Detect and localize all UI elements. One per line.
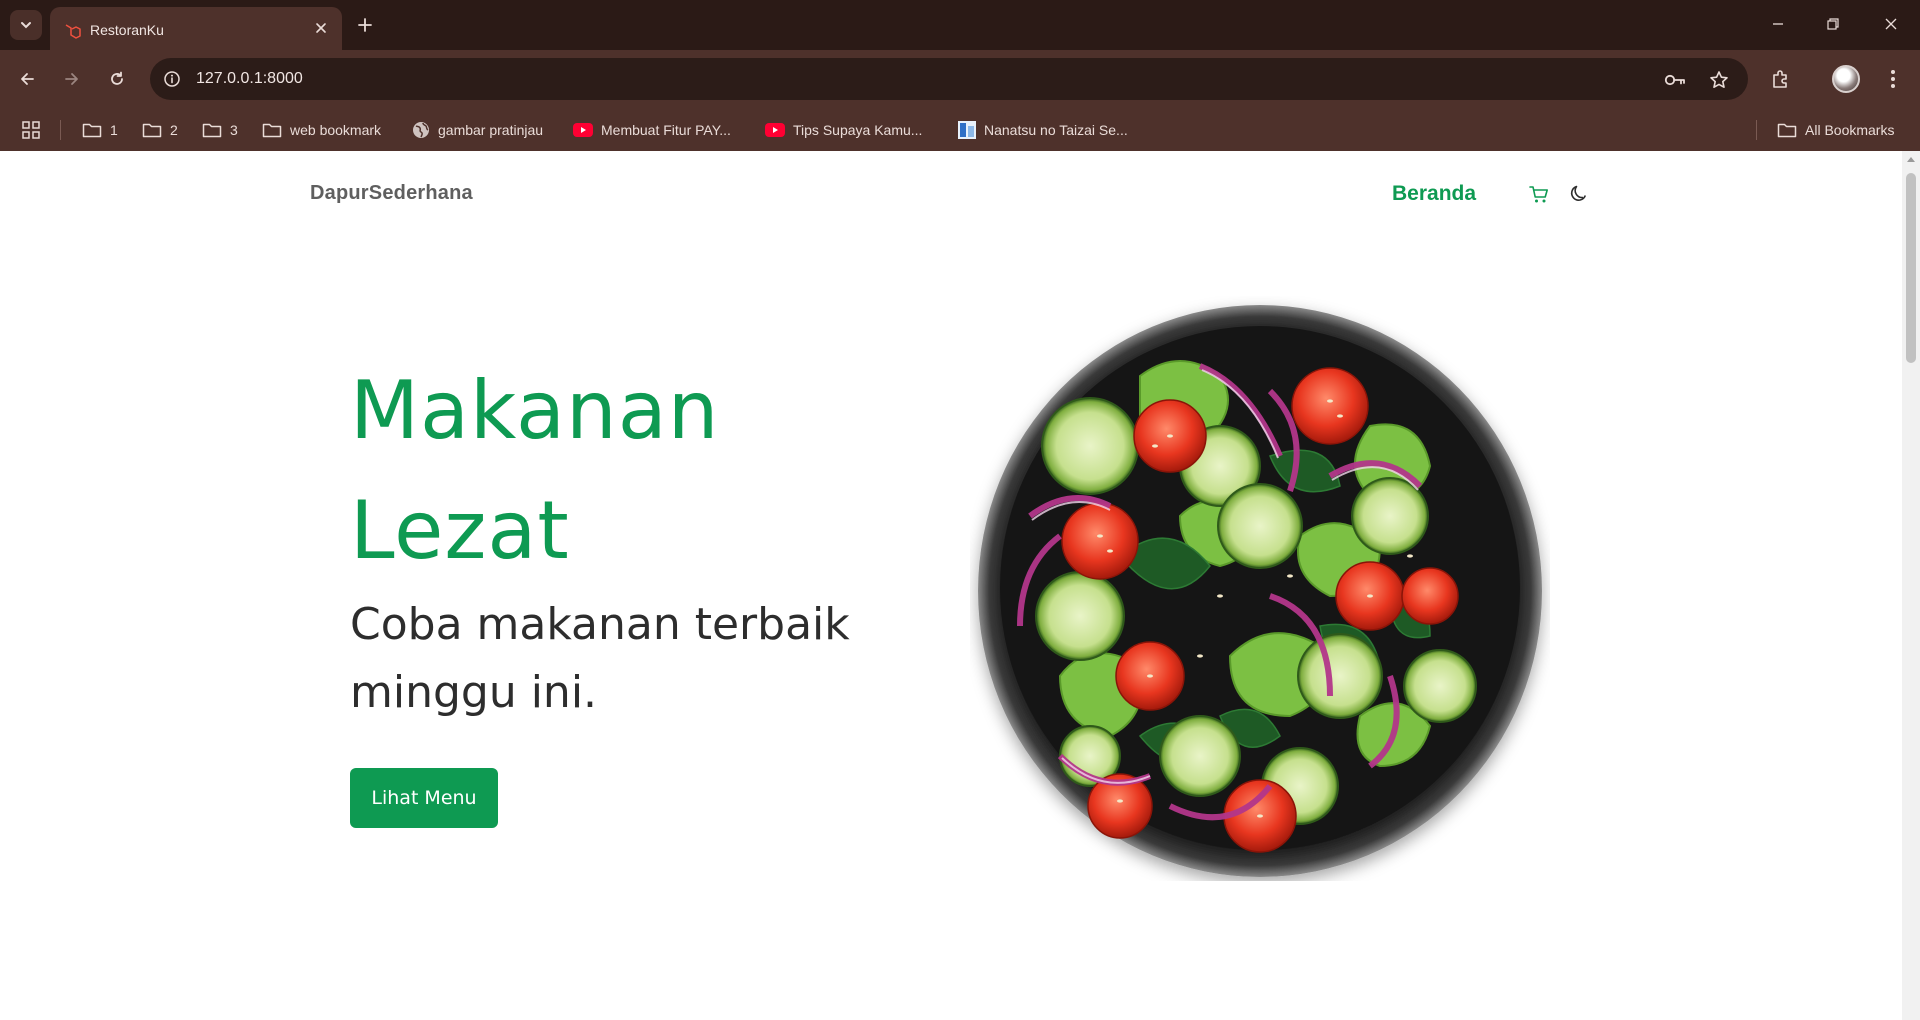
kebab-menu-icon [1891,70,1895,88]
close-icon [1885,18,1897,30]
bookmark-label: 2 [170,122,178,138]
hero-title: Makanan Lezat [350,351,719,591]
site-brand-logo[interactable]: DapurSederhana [310,182,473,205]
bookmark-folder-1[interactable]: 1 [82,118,118,142]
bookmark-label: Nanatsu no Taizai Se... [984,122,1128,138]
bookmark-nanatsu[interactable]: Nanatsu no Taizai Se... [958,118,1128,142]
bookmark-separator [60,120,61,140]
site-info-button[interactable] [160,67,184,91]
bookmark-tips-supaya[interactable]: Tips Supaya Kamu... [765,118,922,142]
extensions-button[interactable] [1766,64,1796,94]
bookmark-label: web bookmark [290,122,382,138]
chevron-down-icon [21,22,31,29]
folder-icon [262,123,282,138]
minimize-icon [1773,23,1783,25]
bookmark-gambar-pratinjau[interactable]: gambar pratinjau [412,118,543,142]
info-icon [164,71,180,87]
reload-icon [111,71,123,85]
bookmark-star-button[interactable] [1708,69,1730,91]
site-icon [958,121,976,139]
restore-icon [1827,18,1839,30]
puzzle-icon [1773,70,1787,88]
plus-icon [358,18,372,32]
menu-button[interactable] [1878,64,1908,94]
scroll-up-arrow[interactable] [1907,157,1915,162]
bookmark-folder-2[interactable]: 2 [142,118,178,142]
browser-toolbar: 127.0.0.1:8000 [0,50,1920,108]
laravel-icon [65,24,81,39]
profile-avatar[interactable] [1832,65,1860,93]
moon-icon[interactable] [1568,182,1590,204]
page-viewport: DapurSederhana Beranda Makanan Lezat Cob… [0,151,1920,1020]
bookmark-folder-3[interactable]: 3 [202,118,238,142]
bookmark-label: gambar pratinjau [438,122,544,138]
scrollbar-thumb[interactable] [1906,173,1916,363]
youtube-icon [765,123,785,137]
all-bookmarks-button[interactable]: All Bookmarks [1777,118,1894,142]
new-tab-button[interactable] [352,12,378,38]
address-bar[interactable]: 127.0.0.1:8000 [150,58,1748,100]
view-menu-button[interactable]: Lihat Menu [350,768,498,828]
close-window-button[interactable] [1873,10,1909,38]
hero-title-line-2: Lezat [350,484,570,577]
bookmark-label: 1 [110,122,118,138]
folder-icon [82,123,102,138]
nav-link-beranda[interactable]: Beranda [1392,182,1476,206]
page-scrollbar[interactable] [1902,151,1920,1020]
key-icon [1664,74,1685,86]
bookmarks-bar: 1 2 3 web bookmark gambar pratinjau Memb… [0,108,1920,151]
salad-plate-image [978,305,1542,877]
restore-button[interactable] [1815,10,1851,38]
folder-icon [1777,123,1797,138]
forward-button[interactable] [57,64,87,94]
hero-subtitle: Coba makanan terbaik minggu ini. [350,599,850,718]
arrow-right-icon [65,73,78,85]
back-button[interactable] [12,64,42,94]
url-text[interactable]: 127.0.0.1:8000 [196,70,303,88]
youtube-icon [573,123,593,137]
arrow-left-icon [21,73,34,85]
tab-title: RestoranKu [90,22,164,38]
globe-icon [413,122,429,138]
bookmark-membuat-fitur[interactable]: Membuat Fitur PAY... [573,118,731,142]
hero-title-line-1: Makanan [350,364,720,457]
reload-button[interactable] [102,64,132,94]
bookmark-separator [1756,120,1757,140]
star-icon [1710,71,1728,88]
folder-icon [202,123,222,138]
all-bookmarks-label: All Bookmarks [1805,122,1895,138]
apps-grid-icon [22,121,40,139]
folder-icon [142,123,162,138]
bookmark-folder-web[interactable]: web bookmark [262,118,381,142]
browser-tab[interactable]: RestoranKu [50,7,342,50]
tab-search-button[interactable] [10,10,42,40]
tab-close-button[interactable] [312,19,330,37]
bookmark-label: Membuat Fitur PAY... [601,122,731,138]
tab-strip: RestoranKu [0,0,1920,50]
apps-button[interactable] [22,118,40,142]
close-icon [316,23,326,33]
password-key-button[interactable] [1664,69,1686,91]
bookmark-label: Tips Supaya Kamu... [793,122,923,138]
cart-icon[interactable] [1528,184,1550,206]
bookmark-label: 3 [230,122,238,138]
minimize-button[interactable] [1760,10,1796,38]
